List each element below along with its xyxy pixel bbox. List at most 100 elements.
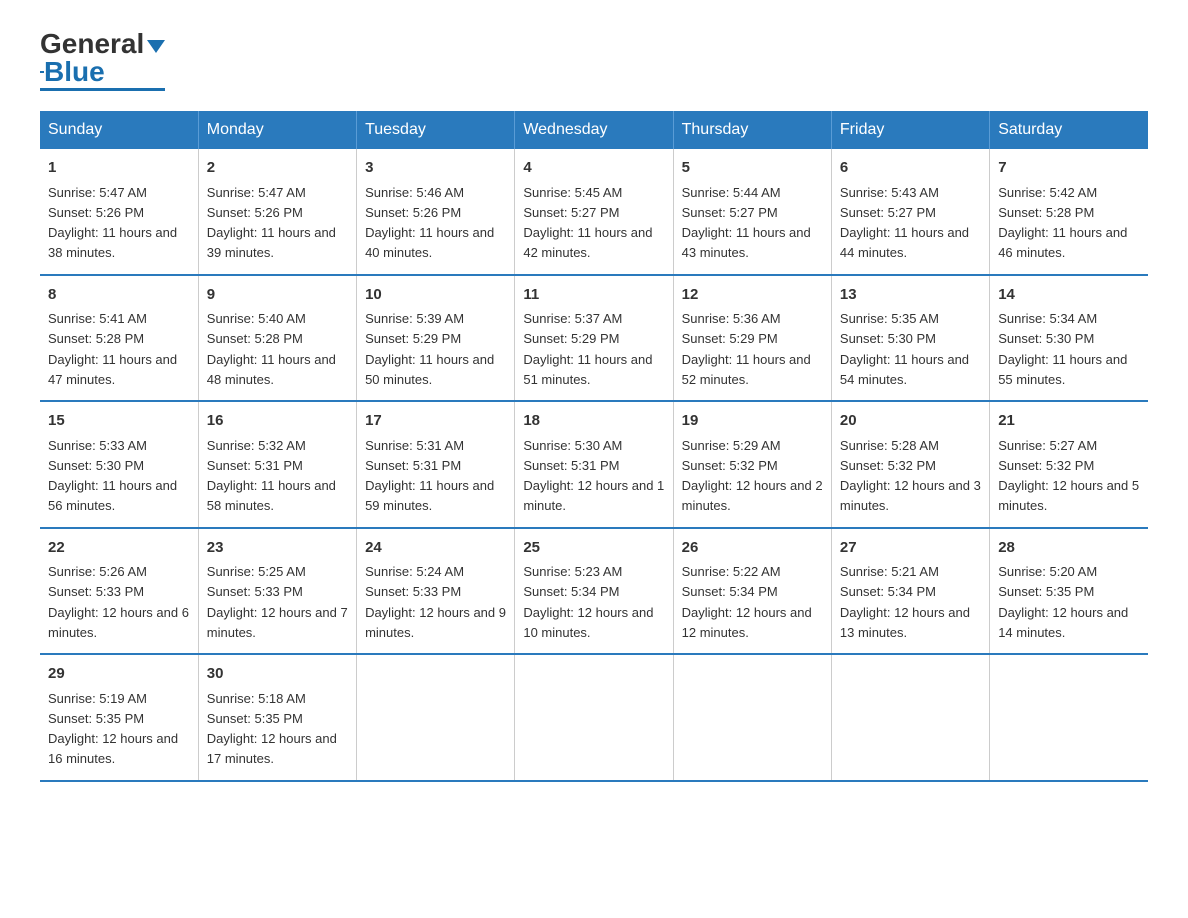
cell-info: Sunrise: 5:21 AMSunset: 5:34 PMDaylight:… [840, 564, 970, 640]
cell-info: Sunrise: 5:41 AMSunset: 5:28 PMDaylight:… [48, 311, 177, 387]
cell-info: Sunrise: 5:18 AMSunset: 5:35 PMDaylight:… [207, 691, 337, 767]
calendar-cell: 1Sunrise: 5:47 AMSunset: 5:26 PMDaylight… [40, 149, 198, 275]
cell-info: Sunrise: 5:19 AMSunset: 5:35 PMDaylight:… [48, 691, 178, 767]
calendar-cell: 19 Sunrise: 5:29 AMSunset: 5:32 PMDayligh… [673, 401, 831, 528]
day-number: 19 [682, 410, 823, 433]
calendar-cell: 13 Sunrise: 5:35 AMSunset: 5:30 PMDayligh… [831, 275, 989, 402]
day-number: 13 [840, 284, 981, 307]
cell-info: Sunrise: 5:43 AMSunset: 5:27 PMDaylight:… [840, 185, 969, 261]
calendar-cell: 4Sunrise: 5:45 AMSunset: 5:27 PMDaylight… [515, 149, 673, 275]
day-number: 18 [523, 410, 664, 433]
calendar-cell: 9 Sunrise: 5:40 AMSunset: 5:28 PMDaylight… [198, 275, 356, 402]
day-number: 11 [523, 284, 664, 307]
calendar-week-1: 1Sunrise: 5:47 AMSunset: 5:26 PMDaylight… [40, 149, 1148, 275]
cell-info: Sunrise: 5:36 AMSunset: 5:29 PMDaylight:… [682, 311, 811, 387]
weekday-header-thursday: Thursday [673, 111, 831, 149]
day-number: 17 [365, 410, 506, 433]
page-header: General Blue [40, 30, 1148, 91]
weekday-header-friday: Friday [831, 111, 989, 149]
day-number: 20 [840, 410, 981, 433]
cell-info: Sunrise: 5:27 AMSunset: 5:32 PMDaylight:… [998, 438, 1139, 514]
calendar-cell: 11 Sunrise: 5:37 AMSunset: 5:29 PMDayligh… [515, 275, 673, 402]
cell-info: Sunrise: 5:20 AMSunset: 5:35 PMDaylight:… [998, 564, 1128, 640]
day-number: 6 [840, 157, 981, 180]
calendar-cell [990, 654, 1148, 781]
day-number: 23 [207, 537, 348, 560]
day-number: 2 [207, 157, 348, 180]
cell-info: Sunrise: 5:44 AMSunset: 5:27 PMDaylight:… [682, 185, 811, 261]
day-number: 5 [682, 157, 823, 180]
calendar-cell: 8 Sunrise: 5:41 AMSunset: 5:28 PMDaylight… [40, 275, 198, 402]
calendar-cell: 6 Sunrise: 5:43 AMSunset: 5:27 PMDaylight… [831, 149, 989, 275]
weekday-header-saturday: Saturday [990, 111, 1148, 149]
cell-info: Sunrise: 5:39 AMSunset: 5:29 PMDaylight:… [365, 311, 494, 387]
cell-info: Sunrise: 5:47 AMSunset: 5:26 PMDaylight:… [48, 185, 177, 261]
logo-text: General [40, 30, 165, 58]
calendar-cell: 3Sunrise: 5:46 AMSunset: 5:26 PMDaylight… [357, 149, 515, 275]
day-number: 15 [48, 410, 190, 433]
day-number: 24 [365, 537, 506, 560]
calendar-cell: 7 Sunrise: 5:42 AMSunset: 5:28 PMDaylight… [990, 149, 1148, 275]
day-number: 16 [207, 410, 348, 433]
cell-info: Sunrise: 5:29 AMSunset: 5:32 PMDaylight:… [682, 438, 823, 514]
day-number: 10 [365, 284, 506, 307]
calendar-cell: 30 Sunrise: 5:18 AMSunset: 5:35 PMDayligh… [198, 654, 356, 781]
day-number: 21 [998, 410, 1140, 433]
calendar-week-3: 15 Sunrise: 5:33 AMSunset: 5:30 PMDayligh… [40, 401, 1148, 528]
calendar-cell: 16 Sunrise: 5:32 AMSunset: 5:31 PMDayligh… [198, 401, 356, 528]
calendar-cell: 29 Sunrise: 5:19 AMSunset: 5:35 PMDayligh… [40, 654, 198, 781]
day-number: 22 [48, 537, 190, 560]
day-number: 14 [998, 284, 1140, 307]
cell-info: Sunrise: 5:32 AMSunset: 5:31 PMDaylight:… [207, 438, 336, 514]
calendar-cell: 26 Sunrise: 5:22 AMSunset: 5:34 PMDayligh… [673, 528, 831, 655]
day-number: 29 [48, 663, 190, 686]
cell-info: Sunrise: 5:26 AMSunset: 5:33 PMDaylight:… [48, 564, 189, 640]
logo-underline [40, 88, 165, 91]
weekday-header-row: SundayMondayTuesdayWednesdayThursdayFrid… [40, 111, 1148, 149]
weekday-header-wednesday: Wednesday [515, 111, 673, 149]
calendar-cell: 25 Sunrise: 5:23 AMSunset: 5:34 PMDayligh… [515, 528, 673, 655]
cell-info: Sunrise: 5:35 AMSunset: 5:30 PMDaylight:… [840, 311, 969, 387]
calendar-cell: 14 Sunrise: 5:34 AMSunset: 5:30 PMDayligh… [990, 275, 1148, 402]
calendar-cell: 28 Sunrise: 5:20 AMSunset: 5:35 PMDayligh… [990, 528, 1148, 655]
day-number: 25 [523, 537, 664, 560]
day-number: 28 [998, 537, 1140, 560]
cell-info: Sunrise: 5:33 AMSunset: 5:30 PMDaylight:… [48, 438, 177, 514]
calendar-week-2: 8 Sunrise: 5:41 AMSunset: 5:28 PMDaylight… [40, 275, 1148, 402]
day-number: 8 [48, 284, 190, 307]
weekday-header-tuesday: Tuesday [357, 111, 515, 149]
calendar-cell: 20 Sunrise: 5:28 AMSunset: 5:32 PMDayligh… [831, 401, 989, 528]
cell-info: Sunrise: 5:34 AMSunset: 5:30 PMDaylight:… [998, 311, 1127, 387]
cell-info: Sunrise: 5:37 AMSunset: 5:29 PMDaylight:… [523, 311, 652, 387]
day-number: 30 [207, 663, 348, 686]
day-number: 7 [998, 157, 1140, 180]
cell-info: Sunrise: 5:47 AMSunset: 5:26 PMDaylight:… [207, 185, 336, 261]
cell-info: Sunrise: 5:40 AMSunset: 5:28 PMDaylight:… [207, 311, 336, 387]
calendar-cell: 17Sunrise: 5:31 AMSunset: 5:31 PMDayligh… [357, 401, 515, 528]
cell-info: Sunrise: 5:25 AMSunset: 5:33 PMDaylight:… [207, 564, 348, 640]
day-number: 26 [682, 537, 823, 560]
cell-info: Sunrise: 5:24 AMSunset: 5:33 PMDaylight:… [365, 564, 506, 640]
calendar-week-5: 29 Sunrise: 5:19 AMSunset: 5:35 PMDayligh… [40, 654, 1148, 781]
cell-info: Sunrise: 5:42 AMSunset: 5:28 PMDaylight:… [998, 185, 1127, 261]
calendar-cell: 27Sunrise: 5:21 AMSunset: 5:34 PMDayligh… [831, 528, 989, 655]
weekday-header-monday: Monday [198, 111, 356, 149]
calendar-cell [673, 654, 831, 781]
day-number: 12 [682, 284, 823, 307]
calendar-cell: 23 Sunrise: 5:25 AMSunset: 5:33 PMDayligh… [198, 528, 356, 655]
calendar-cell: 18Sunrise: 5:30 AMSunset: 5:31 PMDayligh… [515, 401, 673, 528]
cell-info: Sunrise: 5:45 AMSunset: 5:27 PMDaylight:… [523, 185, 652, 261]
logo: General Blue [40, 30, 165, 91]
calendar-week-4: 22 Sunrise: 5:26 AMSunset: 5:33 PMDayligh… [40, 528, 1148, 655]
calendar-cell [357, 654, 515, 781]
calendar-cell [515, 654, 673, 781]
calendar-cell [831, 654, 989, 781]
cell-info: Sunrise: 5:23 AMSunset: 5:34 PMDaylight:… [523, 564, 653, 640]
day-number: 9 [207, 284, 348, 307]
cell-info: Sunrise: 5:28 AMSunset: 5:32 PMDaylight:… [840, 438, 981, 514]
day-number: 3 [365, 157, 506, 180]
calendar-cell: 24 Sunrise: 5:24 AMSunset: 5:33 PMDayligh… [357, 528, 515, 655]
cell-info: Sunrise: 5:22 AMSunset: 5:34 PMDaylight:… [682, 564, 812, 640]
calendar-cell: 12 Sunrise: 5:36 AMSunset: 5:29 PMDayligh… [673, 275, 831, 402]
weekday-header-sunday: Sunday [40, 111, 198, 149]
